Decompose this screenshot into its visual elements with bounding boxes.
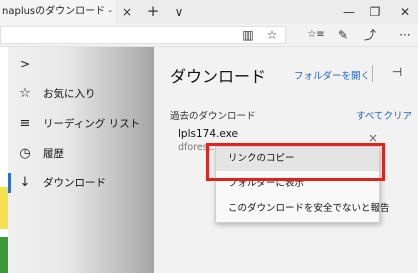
chevron-right-icon: >: [19, 57, 31, 71]
download-file-name[interactable]: lpls174.exe: [178, 128, 238, 140]
close-window-icon[interactable]: ✕: [392, 0, 418, 24]
hub-item-label: リーディング リスト: [43, 118, 141, 130]
tab-title: naplusのダウンロード - 窓: [2, 6, 115, 17]
active-indicator: [8, 173, 11, 193]
web-note-icon[interactable]: ✎: [334, 24, 352, 46]
pin-icon[interactable]: ⊣: [388, 61, 406, 83]
hub-icon[interactable]: ☆≡: [305, 24, 327, 46]
title-bar: naplusのダウンロード - 窓 × + ∨ — ❐ ✕: [0, 0, 418, 24]
minimize-icon[interactable]: —: [336, 0, 362, 24]
hub-item-favorites[interactable]: ☆ お気に入り: [8, 80, 154, 108]
open-folder-link[interactable]: フォルダーを開く: [294, 68, 370, 82]
hub-item-label: 履歴: [43, 148, 64, 160]
context-menu: リンクのコピー フォルダーに表示 このダウンロードを安全でないと報告: [215, 146, 390, 223]
hub-collapse-button[interactable]: >: [8, 50, 154, 78]
remove-download-icon[interactable]: ×: [368, 131, 378, 145]
reading-list-icon: ≡: [19, 116, 31, 131]
restore-icon[interactable]: ❐: [362, 0, 388, 24]
download-icon: ↓: [19, 175, 31, 190]
tab-preview-dropdown-icon[interactable]: ∨: [171, 0, 187, 24]
context-menu-item-show-in-folder[interactable]: フォルダーに表示: [216, 172, 379, 196]
hub-item-history[interactable]: ◷ 履歴: [8, 140, 154, 168]
tab-close-icon[interactable]: ×: [119, 0, 135, 24]
context-menu-item-report-unsafe[interactable]: このダウンロードを安全でないと報告: [216, 197, 390, 221]
hub-item-label: ダウンロード: [43, 177, 106, 189]
new-tab-button[interactable]: +: [145, 0, 161, 24]
hub-item-label: お気に入り: [43, 88, 96, 100]
star-icon: ☆: [19, 86, 31, 101]
share-icon[interactable]: ⤴: [361, 24, 379, 46]
reading-view-icon[interactable]: ▥: [239, 24, 257, 46]
hub-item-reading-list[interactable]: ≡ リーディング リスト: [8, 110, 154, 138]
hub-sidebar: > ☆ お気に入り ≡ リーディング リスト ◷ 履歴 ↓ ダウンロード: [8, 47, 154, 273]
more-icon[interactable]: ···: [394, 24, 416, 46]
clear-all-link[interactable]: すべてクリア: [356, 108, 412, 122]
section-heading: 過去のダウンロード: [170, 111, 256, 122]
panel-title: ダウンロード: [170, 67, 267, 86]
browser-toolbar: [0, 24, 418, 47]
history-icon: ◷: [19, 146, 31, 161]
browser-tab[interactable]: naplusのダウンロード - 窓: [0, 0, 115, 24]
hub-item-downloads[interactable]: ↓ ダウンロード: [8, 169, 154, 197]
divider: [372, 65, 373, 82]
context-menu-item-copy-link[interactable]: リンクのコピー: [216, 147, 379, 171]
favorite-star-icon[interactable]: ☆: [263, 24, 281, 46]
